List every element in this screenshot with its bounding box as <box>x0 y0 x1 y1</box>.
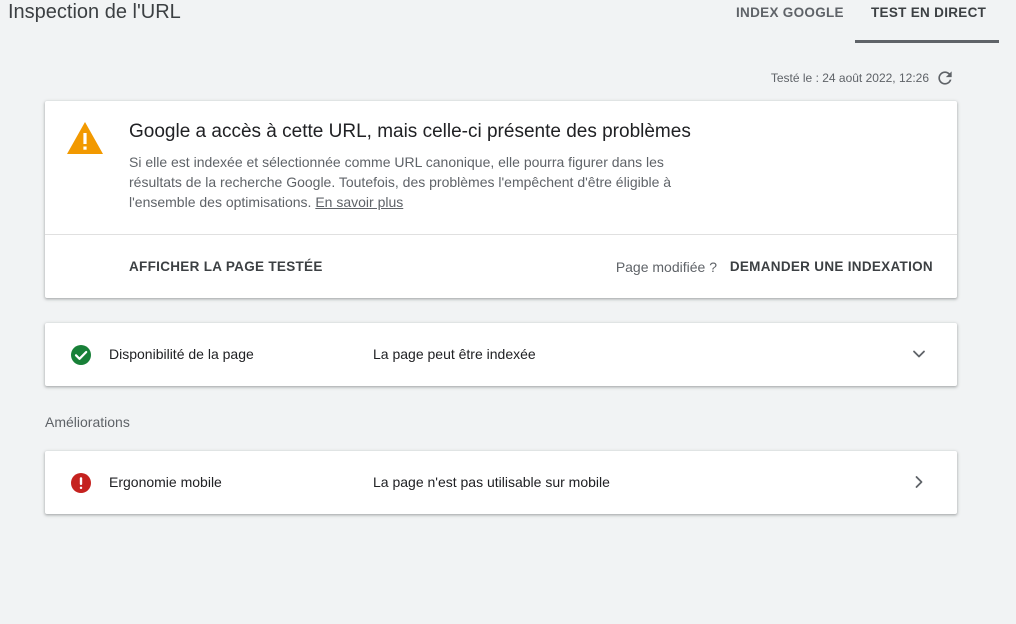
tab-live-test[interactable]: TEST EN DIRECT <box>871 5 986 42</box>
mobile-usability-value: La page n'est pas utilisable sur mobile <box>373 474 610 490</box>
enhancements-heading: Améliorations <box>45 414 130 430</box>
page-title: Inspection de l'URL <box>8 1 181 23</box>
request-indexing-button[interactable]: DEMANDER UNE INDEXATION <box>730 259 933 274</box>
learn-more-link[interactable]: En savoir plus <box>315 194 403 210</box>
card-divider <box>45 234 957 235</box>
chevron-down-icon[interactable] <box>909 344 929 364</box>
active-tab-indicator <box>855 40 999 43</box>
tab-index-google[interactable]: INDEX GOOGLE <box>736 5 844 42</box>
chevron-right-icon[interactable] <box>909 472 929 492</box>
status-description: Si elle est indexée et sélectionnée comm… <box>129 152 719 212</box>
availability-row[interactable]: Disponibilité de la page La page peut êt… <box>45 323 957 386</box>
error-icon <box>71 473 91 493</box>
availability-label: Disponibilité de la page <box>109 346 254 362</box>
warning-icon <box>67 122 103 154</box>
page-modified-label: Page modifiée ? <box>615 259 717 275</box>
view-tested-page-button[interactable]: AFFICHER LA PAGE TESTÉE <box>129 259 323 274</box>
availability-value: La page peut être indexée <box>373 346 536 362</box>
mobile-usability-row[interactable]: Ergonomie mobile La page n'est pas utili… <box>45 451 957 514</box>
refresh-icon[interactable] <box>935 68 955 88</box>
header: Inspection de l'URL INDEX GOOGLE TEST EN… <box>0 0 1016 44</box>
check-circle-icon <box>71 345 91 365</box>
status-title: Google a accès à cette URL, mais celle-c… <box>129 121 691 142</box>
status-card: Google a accès à cette URL, mais celle-c… <box>45 101 957 298</box>
mobile-usability-label: Ergonomie mobile <box>109 474 222 490</box>
tested-timestamp: Testé le : 24 août 2022, 12:26 <box>770 71 929 85</box>
